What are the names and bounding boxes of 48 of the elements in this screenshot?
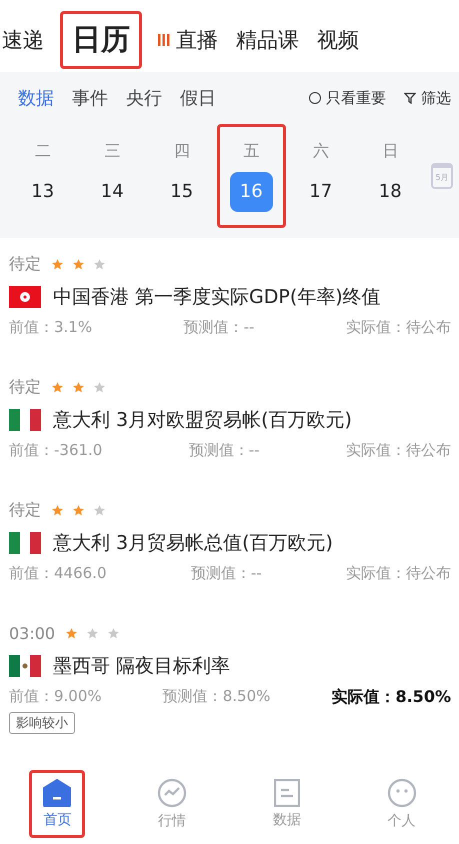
filter-icon xyxy=(404,92,416,104)
actual-value: 实际值：待公布 xyxy=(346,564,451,583)
previous-value: 前值：-361.0 xyxy=(9,441,102,460)
forecast-value: 预测值：-- xyxy=(190,564,262,583)
sub-tab[interactable]: 央行 xyxy=(126,86,162,110)
top-tab[interactable]: 直播 xyxy=(156,11,220,69)
top-tab[interactable]: 速递 xyxy=(0,11,46,69)
event-title: 中国香港 第一季度实际GDP(年率)终值 xyxy=(53,285,381,310)
top-tab[interactable]: 精品课 xyxy=(234,11,301,69)
day-cell[interactable]: 四 15 xyxy=(147,124,216,228)
event-time: 03:00 xyxy=(9,624,56,642)
day-cell[interactable]: 三 14 xyxy=(78,124,147,228)
event-time: 待定 xyxy=(9,500,41,520)
flag-icon xyxy=(9,655,41,677)
event-title: 意大利 3月贸易帐总值(百万欧元) xyxy=(53,531,333,556)
day-cell[interactable]: 六 17 xyxy=(286,124,356,228)
important-only-toggle[interactable]: 只看重要 xyxy=(309,88,386,108)
top-tab[interactable]: 日历 xyxy=(60,11,142,69)
previous-value: 前值：4466.0 xyxy=(9,564,106,583)
flag-icon xyxy=(9,286,41,308)
chart-icon xyxy=(157,778,188,808)
previous-value: 前值：9.00% xyxy=(9,687,102,707)
live-bars-icon xyxy=(158,33,170,47)
event-time: 待定 xyxy=(9,254,41,274)
filter-button[interactable]: 筛选 xyxy=(404,88,451,108)
actual-value: 实际值：待公布 xyxy=(346,318,451,337)
actual-value: 实际值：8.50% xyxy=(331,687,451,708)
event-title: 墨西哥 隔夜目标利率 xyxy=(53,654,230,679)
face-icon xyxy=(386,778,417,808)
previous-value: 前值：3.1% xyxy=(9,318,92,337)
nav-item[interactable]: 首页 xyxy=(29,770,86,838)
sub-tab[interactable]: 假日 xyxy=(180,86,216,110)
top-tab[interactable]: 视频 xyxy=(315,11,361,69)
forecast-value: 预测值：-- xyxy=(188,441,260,460)
flag-icon xyxy=(9,532,41,554)
document-icon xyxy=(274,779,300,807)
home-icon xyxy=(43,779,72,807)
event-title: 意大利 3月对欧盟贸易帐(百万欧元) xyxy=(53,408,352,433)
sub-tab[interactable]: 数据 xyxy=(18,86,54,110)
forecast-value: 预测值：8.50% xyxy=(162,687,270,707)
forecast-value: 预测值：-- xyxy=(184,318,254,337)
day-cell[interactable]: 日 18 xyxy=(356,124,425,228)
actual-value: 实际值：待公布 xyxy=(346,441,451,460)
event-time: 待定 xyxy=(9,376,41,398)
impact-tag: 影响较小 xyxy=(9,712,75,734)
day-cell[interactable]: 二 13 xyxy=(8,124,78,228)
flag-icon xyxy=(9,409,41,431)
sub-tab[interactable]: 事件 xyxy=(72,86,108,110)
